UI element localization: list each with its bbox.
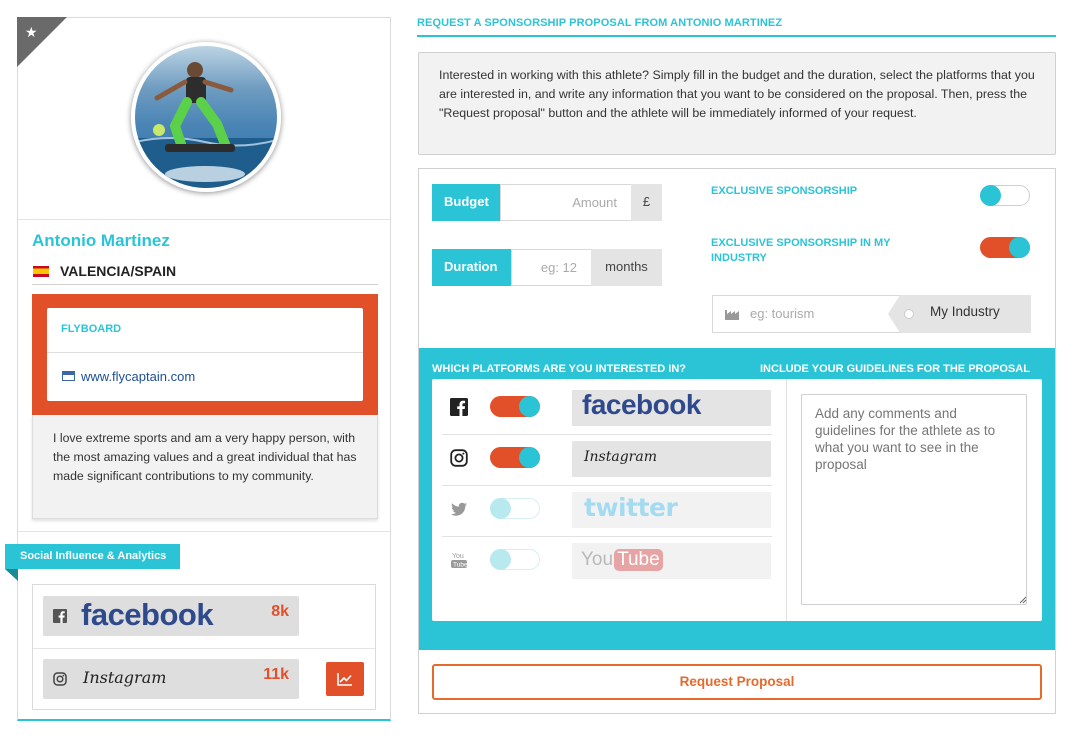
toggle-knob xyxy=(519,447,540,468)
duration-group: Duration eg: 12 months xyxy=(432,249,662,286)
platform-row-youtube: You Tube You Tube xyxy=(442,537,772,588)
social-stat-instagram[interactable]: Instagram 11k xyxy=(43,659,299,699)
website-link[interactable]: www.flycaptain.com xyxy=(81,369,195,384)
social-stat-facebook[interactable]: facebook 8k xyxy=(43,596,299,636)
location-row: VALENCIA/SPAIN xyxy=(32,263,378,285)
industry-input[interactable]: eg: tourism xyxy=(750,306,814,321)
instagram-icon xyxy=(53,672,67,686)
facebook-wordmark: facebook xyxy=(582,390,701,420)
platform-row-instagram: Instagram xyxy=(442,435,772,486)
youtube-wordmark-you: You xyxy=(581,549,614,570)
youtube-wordmark-tube: Tube xyxy=(614,549,663,571)
instagram-icon xyxy=(450,449,468,467)
section-title: REQUEST A SPONSORSHIP PROPOSAL FROM ANTO… xyxy=(417,17,783,29)
toggle-knob xyxy=(1009,237,1030,258)
guidelines-heading: INCLUDE YOUR GUIDELINES FOR THE PROPOSAL xyxy=(760,363,1030,375)
industry-icon xyxy=(725,310,739,320)
facebook-platform-toggle[interactable] xyxy=(490,396,540,417)
facebook-follower-count: 8k xyxy=(271,603,289,620)
addon-arrow xyxy=(888,295,900,333)
toggle-knob xyxy=(980,185,1001,206)
budget-group: Budget Amount £ xyxy=(432,184,662,221)
analytics-tag: Social Influence & Analytics xyxy=(5,544,181,569)
currency-addon: £ xyxy=(631,184,662,221)
facebook-icon xyxy=(53,609,67,623)
youtube-wordmark: You Tube xyxy=(581,549,663,573)
platforms-heading: WHICH PLATFORMS ARE YOU INTERESTED IN? xyxy=(432,363,687,375)
twitter-icon xyxy=(451,502,467,516)
exclusive-industry-toggle[interactable] xyxy=(980,237,1030,258)
industry-group: eg: tourism My Industry xyxy=(712,295,1031,333)
youtube-platform-toggle[interactable] xyxy=(490,549,540,570)
svg-text:You: You xyxy=(452,553,464,560)
photo-area xyxy=(18,18,390,220)
instagram-follower-count: 11k xyxy=(263,666,289,683)
intro-box: Interested in working with this athlete?… xyxy=(418,52,1056,155)
sport-panel-inner: FLYBOARD www.flycaptain.com xyxy=(47,308,363,401)
divider xyxy=(417,35,1056,37)
youtube-logo: You Tube xyxy=(572,543,771,579)
duration-input[interactable]: eg: 12 xyxy=(511,249,592,286)
twitter-platform-toggle[interactable] xyxy=(490,498,540,519)
tag-fold xyxy=(5,569,18,581)
twitter-logo: twitter xyxy=(572,492,771,528)
proposal-form: Budget Amount £ Duration eg: 12 months E… xyxy=(418,168,1056,714)
my-industry-label: My Industry xyxy=(930,304,1000,319)
instagram-logo: Instagram xyxy=(572,441,771,477)
divider xyxy=(47,352,363,353)
toggle-knob xyxy=(490,498,511,519)
guidelines-textarea[interactable] xyxy=(801,394,1027,605)
exclusive-sponsorship-toggle[interactable] xyxy=(980,185,1030,206)
sport-panel: FLYBOARD www.flycaptain.com xyxy=(32,294,378,415)
divider xyxy=(786,379,787,621)
instagram-wordmark: Instagram xyxy=(83,668,167,687)
divider xyxy=(18,531,390,532)
instagram-wordmark: Instagram xyxy=(584,449,657,465)
sport-label: FLYBOARD xyxy=(61,323,122,335)
athlete-name: Antonio Martinez xyxy=(32,231,170,250)
spain-flag-icon xyxy=(33,266,49,277)
platform-row-twitter: twitter xyxy=(442,486,772,537)
location-text: VALENCIA/SPAIN xyxy=(60,263,177,279)
exclusive-industry-label: EXCLUSIVE SPONSORSHIP IN MY INDUSTRY xyxy=(711,237,891,264)
resize-grip-icon[interactable] xyxy=(1019,596,1027,604)
avatar xyxy=(131,42,281,192)
platform-row-facebook: facebook xyxy=(442,384,772,435)
facebook-logo: facebook xyxy=(572,390,771,426)
bio-box: I love extreme sports and am a very happ… xyxy=(32,415,378,519)
budget-input[interactable]: Amount xyxy=(500,184,632,221)
youtube-icon: You Tube xyxy=(451,553,468,569)
divider xyxy=(33,648,375,649)
analytics-chart-button[interactable] xyxy=(326,662,364,696)
duration-label: Duration xyxy=(432,249,511,286)
website-icon xyxy=(62,371,75,381)
line-chart-icon xyxy=(337,673,352,686)
my-industry-addon[interactable]: My Industry xyxy=(888,295,1031,333)
facebook-wordmark: facebook xyxy=(81,597,214,632)
industry-radio[interactable] xyxy=(904,309,914,319)
twitter-wordmark: twitter xyxy=(584,493,678,522)
bio-text: I love extreme sports and am a very happ… xyxy=(53,431,357,483)
toggle-knob xyxy=(490,549,511,570)
intro-text: Interested in working with this athlete?… xyxy=(439,68,1035,120)
months-addon: months xyxy=(591,249,662,286)
budget-label: Budget xyxy=(432,184,500,221)
svg-text:Tube: Tube xyxy=(453,562,468,569)
facebook-icon xyxy=(450,398,468,416)
request-proposal-button[interactable]: Request Proposal xyxy=(432,664,1042,700)
exclusive-sponsorship-label: EXCLUSIVE SPONSORSHIP xyxy=(711,185,858,197)
social-stats-box: facebook 8k Instagram 11k xyxy=(32,584,376,710)
platform-box: facebook Instagram twitter You Tube You … xyxy=(432,379,1042,621)
instagram-platform-toggle[interactable] xyxy=(490,447,540,468)
athlete-profile-card: ★ Antonio Martinez VALENCIA/SPAIN FLYBOA… xyxy=(5,17,391,721)
toggle-knob xyxy=(519,396,540,417)
platforms-section: WHICH PLATFORMS ARE YOU INTERESTED IN? I… xyxy=(419,348,1055,650)
